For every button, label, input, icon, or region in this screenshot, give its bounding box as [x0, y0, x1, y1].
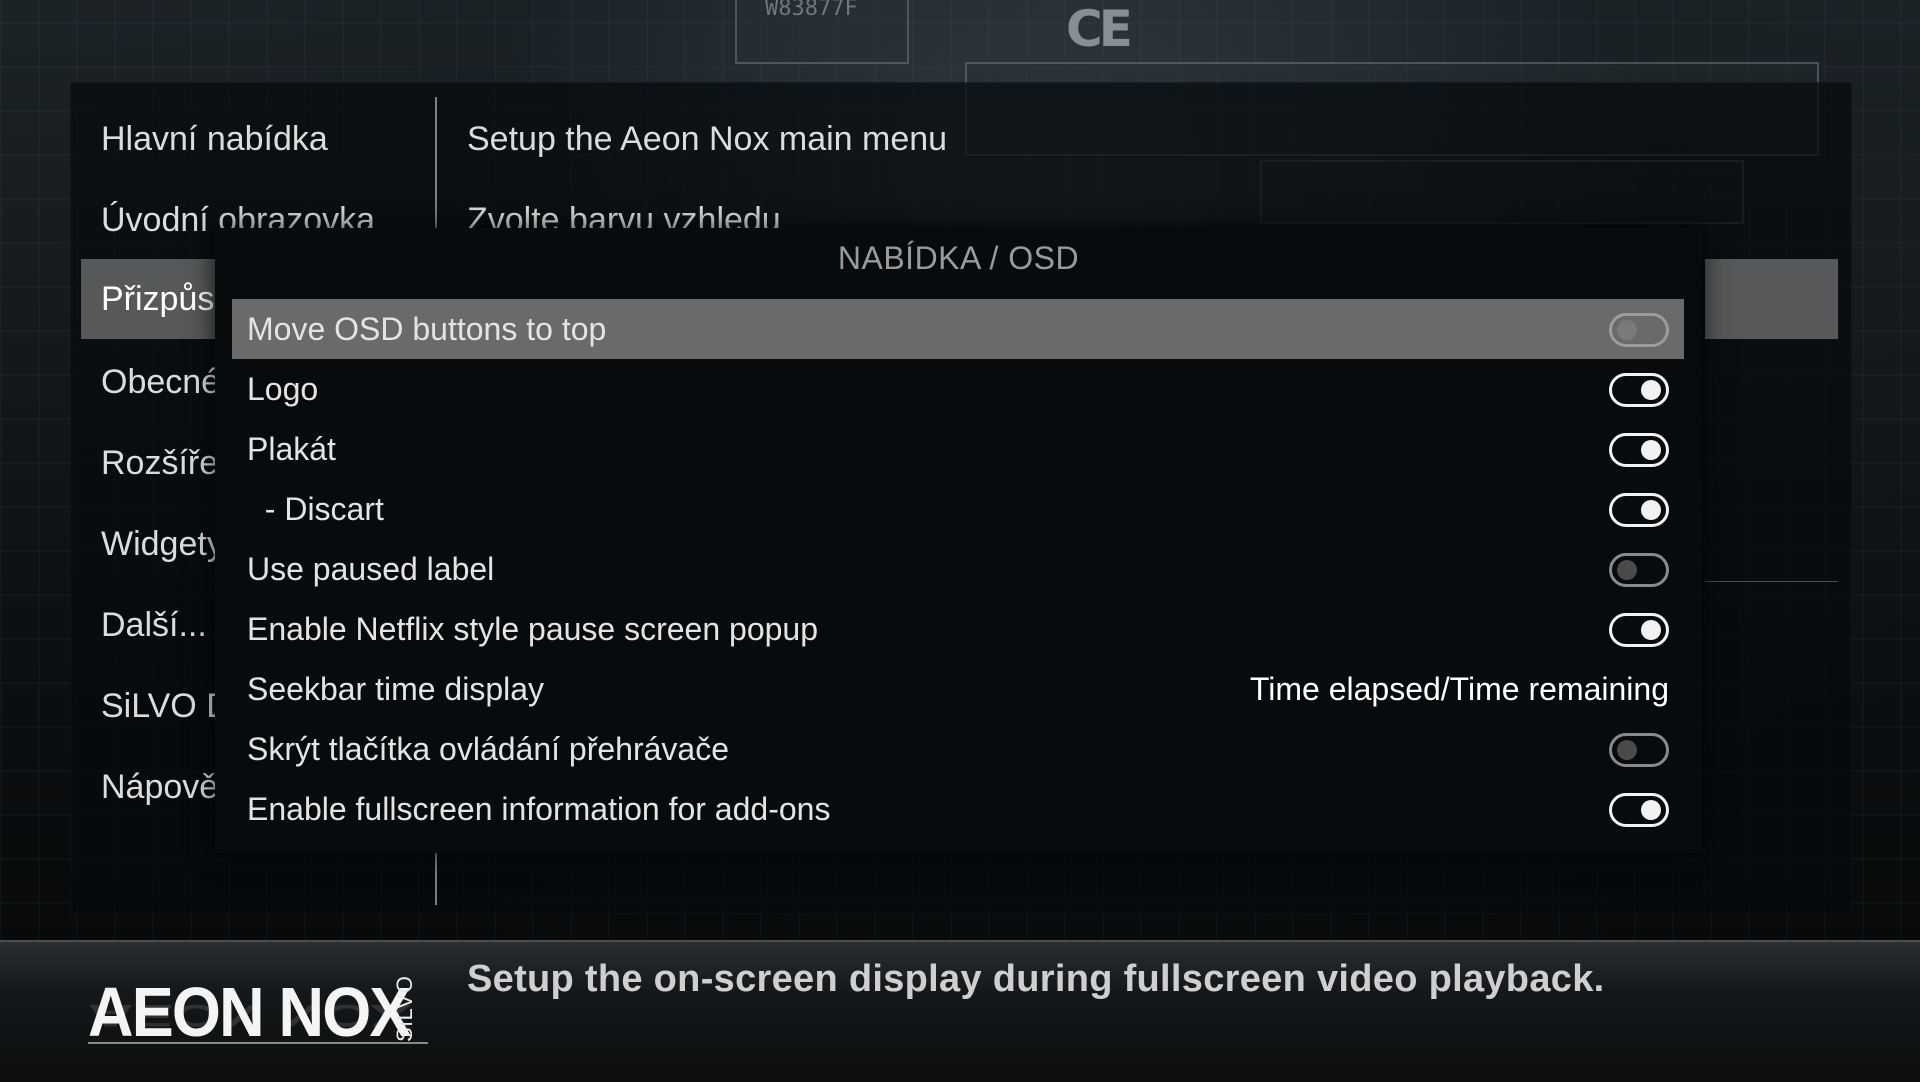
toggle-knob: [1617, 320, 1637, 340]
main-list-separator: [1705, 581, 1838, 582]
setting-row-seekbar-time[interactable]: Seekbar time display Time elapsed/Time r…: [232, 659, 1684, 719]
setting-label: Move OSD buttons to top: [247, 311, 607, 347]
setting-row-discart[interactable]: - Discart: [232, 479, 1684, 539]
setting-row-paused-label[interactable]: Use paused label: [232, 539, 1684, 599]
toggle-switch[interactable]: [1609, 433, 1669, 467]
setting-row-hide-player-controls[interactable]: Skrýt tlačítka ovládání přehrávače: [232, 719, 1684, 779]
setting-row-fullscreen-info-addons[interactable]: Enable fullscreen information for add-on…: [232, 779, 1684, 839]
toggle-switch[interactable]: [1609, 733, 1669, 767]
sidebar-item-main-menu[interactable]: Hlavní nabídka: [101, 104, 328, 174]
setting-row-move-osd-buttons[interactable]: Move OSD buttons to top: [232, 299, 1684, 359]
toggle-knob: [1641, 500, 1661, 520]
main-list-highlight: [1705, 259, 1838, 339]
sidebar-item-silvo[interactable]: SiLVO D: [101, 671, 231, 741]
logo-underline: [88, 1042, 428, 1044]
toggle-switch[interactable]: [1609, 793, 1669, 827]
toggle-knob: [1617, 560, 1637, 580]
toggle-switch[interactable]: [1609, 553, 1669, 587]
setting-label: Use paused label: [247, 551, 495, 587]
setting-label: Skrýt tlačítka ovládání přehrávače: [247, 731, 730, 767]
background-chip-label: W83877F: [765, 0, 858, 21]
setting-label: Enable Netflix style pause screen popup: [247, 611, 819, 647]
setting-label: - Discart: [247, 491, 384, 527]
setting-label: Logo: [247, 371, 319, 407]
footer-description: Setup the on-screen display during fulls…: [467, 958, 1605, 1000]
setting-label: Enable fullscreen information for add-on…: [247, 791, 831, 827]
toggle-knob: [1641, 440, 1661, 460]
dialog-title: NABÍDKA / OSD: [837, 240, 1080, 276]
osd-settings-dialog: NABÍDKA / OSD Move OSD buttons to top Lo…: [215, 228, 1702, 853]
toggle-knob: [1641, 380, 1661, 400]
sidebar-item-more[interactable]: Další...: [101, 590, 207, 660]
toggle-knob: [1617, 740, 1637, 760]
sidebar-item-general[interactable]: Obecné: [101, 347, 220, 417]
setting-value: Time elapsed/Time remaining: [1249, 671, 1669, 707]
toggle-switch[interactable]: [1609, 313, 1669, 347]
sidebar-item-widgets[interactable]: Widgety: [101, 509, 224, 579]
toggle-switch[interactable]: [1609, 493, 1669, 527]
toggle-switch[interactable]: [1609, 613, 1669, 647]
setting-row-poster[interactable]: Plakát: [232, 419, 1684, 479]
background-ce-mark: CE: [1066, 0, 1133, 58]
setting-row-logo[interactable]: Logo: [232, 359, 1684, 419]
setting-label: Plakát: [247, 431, 336, 467]
logo-reflection: AEON NOX: [88, 998, 410, 1034]
main-item-setup-main-menu[interactable]: Setup the Aeon Nox main menu: [467, 104, 947, 174]
setting-row-netflix-pause[interactable]: Enable Netflix style pause screen popup: [232, 599, 1684, 659]
toggle-knob: [1641, 800, 1661, 820]
setting-label: Seekbar time display: [247, 671, 545, 707]
logo-subtext: SiLVO: [392, 975, 417, 1042]
toggle-switch[interactable]: [1609, 373, 1669, 407]
toggle-knob: [1641, 620, 1661, 640]
aeon-nox-logo: AEON NOX AEON NOX SiLVO: [88, 972, 428, 1072]
